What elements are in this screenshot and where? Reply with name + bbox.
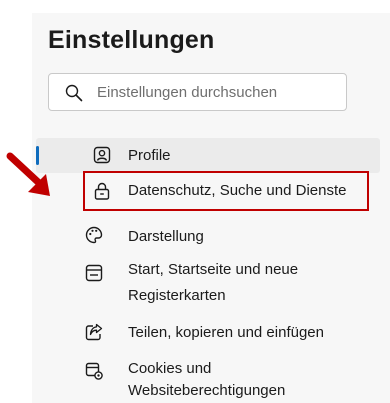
screenshot-stage: Einstellungen Profile Datenschutz, Suche… [0,0,390,403]
sidebar-item-label: Darstellung [128,228,204,245]
sidebar-item-label-line1: Cookies und [128,360,212,377]
sidebar-item-appearance[interactable]: Darstellung [84,222,368,252]
sidebar-item-label: Teilen, kopieren und einfügen [128,324,324,341]
sidebar-item-cookies-permissions[interactable]: Cookies und Websiteberechtigungen [84,358,368,403]
settings-search-box[interactable] [48,73,347,111]
sidebar-item-profile[interactable]: Profile [36,138,380,173]
search-input[interactable] [97,80,337,104]
search-icon [65,84,83,102]
share-icon [85,323,103,341]
profile-icon [93,146,111,164]
page-title: Einstellungen [48,26,215,54]
annotation-arrow [6,152,50,196]
sidebar-item-label: Profile [128,147,171,164]
sidebar-item-label-line1: Start, Startseite und neue [128,261,299,278]
palette-icon [85,226,103,244]
sidebar-item-share-copy-paste[interactable]: Teilen, kopieren und einfügen [84,318,368,348]
sidebar-item-label-line2: Registerkarten [128,287,226,304]
sidebar-item-start-home-newtab[interactable]: Start, Startseite und neue Registerkarte… [84,259,368,311]
cookies-permissions-icon [85,362,103,380]
annotation-highlight-box [83,171,369,211]
sidebar-item-label-line2: Websiteberechtigungen [128,382,286,399]
newtab-icon [85,264,103,282]
